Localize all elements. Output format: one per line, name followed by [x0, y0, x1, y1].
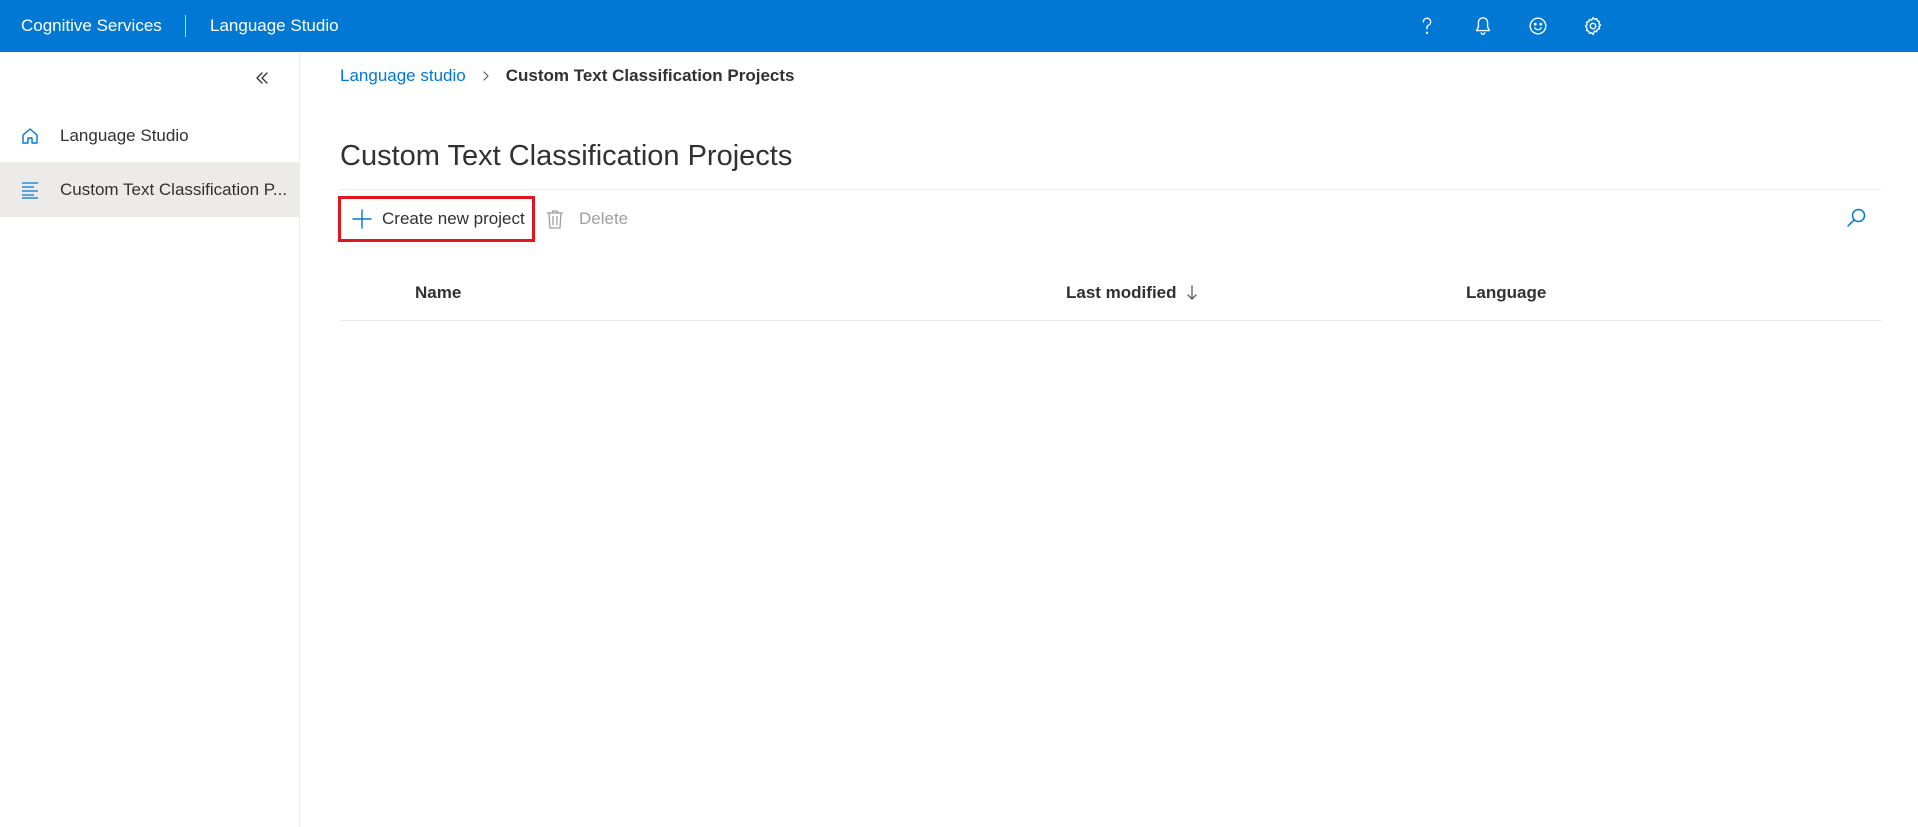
breadcrumb: Language studio Custom Text Classificati… — [340, 64, 795, 88]
column-header-label: Last modified — [1066, 283, 1177, 302]
sidebar-item-label: Language Studio — [60, 125, 189, 145]
breadcrumb-current: Custom Text Classification Projects — [505, 66, 795, 85]
brand-separator — [185, 15, 186, 37]
delete-label: Delete — [579, 209, 629, 228]
double-chevron-left-icon[interactable] — [250, 66, 274, 90]
top-bar: Cognitive Services Language Studio — [0, 0, 1918, 52]
sidebar-item-custom-text-classification[interactable]: Custom Text Classification P... — [0, 162, 299, 217]
create-new-project-label: Create new project — [382, 209, 525, 228]
gear-icon[interactable] — [1579, 12, 1607, 40]
sidebar-item-language-studio[interactable]: Language Studio — [0, 108, 299, 163]
smile-icon[interactable] — [1524, 12, 1552, 40]
bell-icon[interactable] — [1469, 12, 1497, 40]
column-header-name[interactable]: Name — [415, 282, 461, 304]
chevron-right-icon — [480, 70, 492, 82]
plus-icon — [351, 208, 373, 230]
sidebar-item-label: Custom Text Classification P... — [60, 179, 288, 199]
column-header-language[interactable]: Language — [1466, 282, 1546, 304]
table-header-divider — [340, 320, 1882, 321]
sidebar: Language Studio Custom Text Classificati… — [0, 52, 300, 827]
page-title: Custom Text Classification Projects — [340, 140, 793, 172]
delete-button[interactable]: Delete — [545, 204, 628, 234]
breadcrumb-link-language-studio[interactable]: Language studio — [340, 66, 466, 86]
trash-icon — [545, 209, 565, 229]
list-icon — [18, 178, 42, 202]
help-icon[interactable] — [1413, 12, 1441, 40]
search-icon[interactable] — [1843, 205, 1869, 231]
divider — [340, 189, 1882, 190]
column-header-last-modified[interactable]: Last modified — [1066, 282, 1199, 304]
product-name[interactable]: Language Studio — [210, 0, 339, 52]
create-new-project-button[interactable]: Create new project — [338, 196, 535, 242]
home-icon — [18, 124, 42, 148]
brand-link[interactable]: Cognitive Services — [21, 0, 162, 52]
arrow-down-icon — [1185, 284, 1199, 302]
